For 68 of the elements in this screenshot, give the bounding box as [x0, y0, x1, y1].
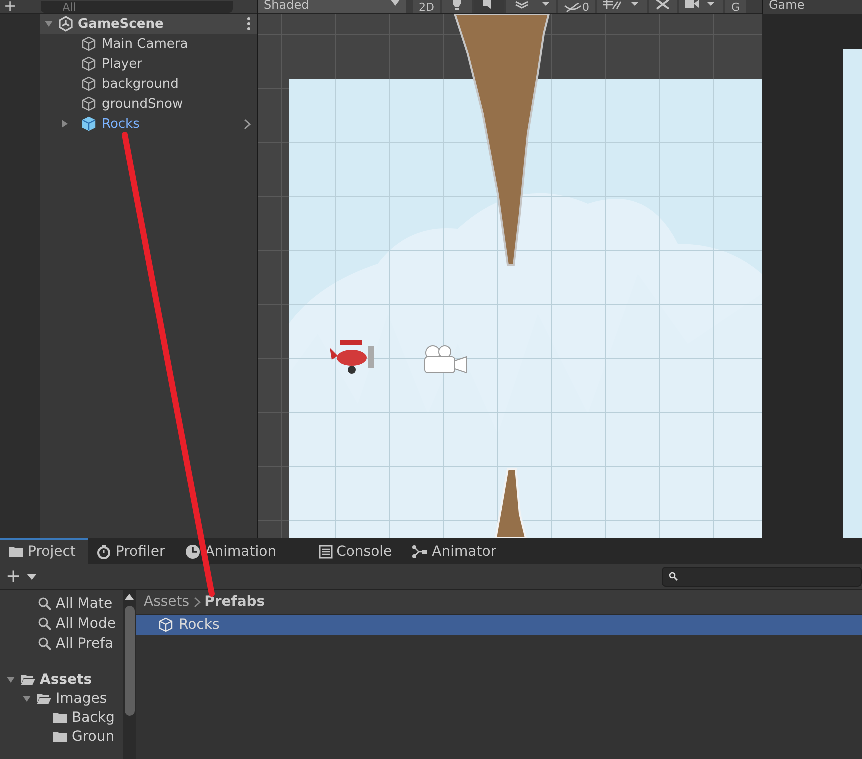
2d-toggle[interactable]: 2D: [413, 0, 440, 13]
clock-icon: [185, 544, 202, 560]
search-icon: [38, 617, 52, 631]
object-name[interactable]: groundSnow: [102, 96, 184, 112]
scene-name: GameScene: [78, 16, 164, 32]
panel-tab[interactable]: Animator: [404, 538, 509, 564]
object-name[interactable]: Player: [102, 56, 142, 72]
expand-arrow-icon[interactable]: [44, 19, 54, 29]
lightbulb-icon[interactable]: [442, 0, 472, 13]
folder-label[interactable]: Groun: [72, 728, 115, 744]
asset-item[interactable]: Rocks: [136, 615, 862, 635]
camera-icon[interactable]: [679, 0, 724, 13]
gizmos-button[interactable]: G: [725, 0, 746, 13]
open-folder-icon: [36, 692, 52, 706]
folder-label[interactable]: Assets: [40, 672, 92, 688]
cube-icon: [81, 56, 97, 72]
add-button[interactable]: +: [0, 0, 21, 13]
folder-label[interactable]: Backg: [72, 710, 115, 726]
folder-icon: [52, 730, 68, 744]
prefab-name[interactable]: Rocks: [102, 116, 140, 132]
hidden-count[interactable]: 0: [558, 0, 596, 13]
node-graph-icon: [412, 545, 428, 559]
stopwatch-icon: [96, 544, 112, 560]
cube-icon: [81, 96, 97, 112]
layers-icon[interactable]: [506, 0, 556, 13]
search-icon: [38, 597, 52, 611]
open-folder-icon: [20, 672, 36, 686]
favorite-search[interactable]: All Prefa: [56, 636, 114, 652]
breadcrumb-item[interactable]: Prefabs: [204, 594, 266, 610]
expand-arrow-icon[interactable]: [22, 694, 32, 704]
more-options-icon[interactable]: [247, 17, 251, 31]
breadcrumb-item[interactable]: Assets: [144, 594, 190, 610]
favorite-search[interactable]: All Mate: [56, 596, 113, 612]
scene-header[interactable]: GameScene: [40, 14, 257, 34]
cube-icon: [81, 36, 97, 52]
folder-icon: [8, 545, 24, 559]
shading-dropdown[interactable]: Shaded: [258, 0, 406, 13]
add-button[interactable]: +: [0, 566, 28, 587]
hidden-eye-icon: [564, 3, 582, 13]
game-tab[interactable]: Game: [762, 0, 862, 14]
cube-icon: [81, 76, 97, 92]
console-icon: [318, 545, 333, 559]
search-field[interactable]: [662, 566, 862, 586]
cube-icon: [158, 617, 174, 633]
scrollbar-thumb[interactable]: [124, 606, 134, 716]
dropdown-caret-icon[interactable]: [27, 574, 38, 580]
favorite-search[interactable]: All Mode: [56, 616, 116, 632]
search-icon: [38, 637, 52, 651]
search-field[interactable]: All: [40, 1, 233, 13]
panel-tab[interactable]: Profiler: [88, 538, 178, 564]
unity-logo-icon: [58, 16, 74, 32]
search-icon: [669, 572, 678, 581]
panel-tab[interactable]: Console: [310, 538, 404, 564]
dropdown-caret-icon: [391, 0, 400, 6]
expand-arrow-icon[interactable]: [60, 119, 70, 129]
expand-arrow-icon[interactable]: [6, 674, 16, 684]
folder-label[interactable]: Images: [56, 690, 108, 706]
folder-icon: [52, 710, 68, 724]
object-name[interactable]: Main Camera: [102, 36, 188, 52]
chevron-right-icon[interactable]: [244, 118, 251, 130]
object-name[interactable]: background: [102, 76, 179, 92]
gizmo-move-icon[interactable]: [597, 0, 648, 13]
cube-icon: [81, 116, 97, 132]
panel-tab[interactable]: Animation: [177, 538, 311, 564]
panel-tab[interactable]: Project: [0, 538, 88, 564]
tools-icon[interactable]: [649, 0, 678, 13]
chevron-right-icon: [194, 596, 201, 608]
scroll-up-icon[interactable]: [125, 594, 134, 600]
